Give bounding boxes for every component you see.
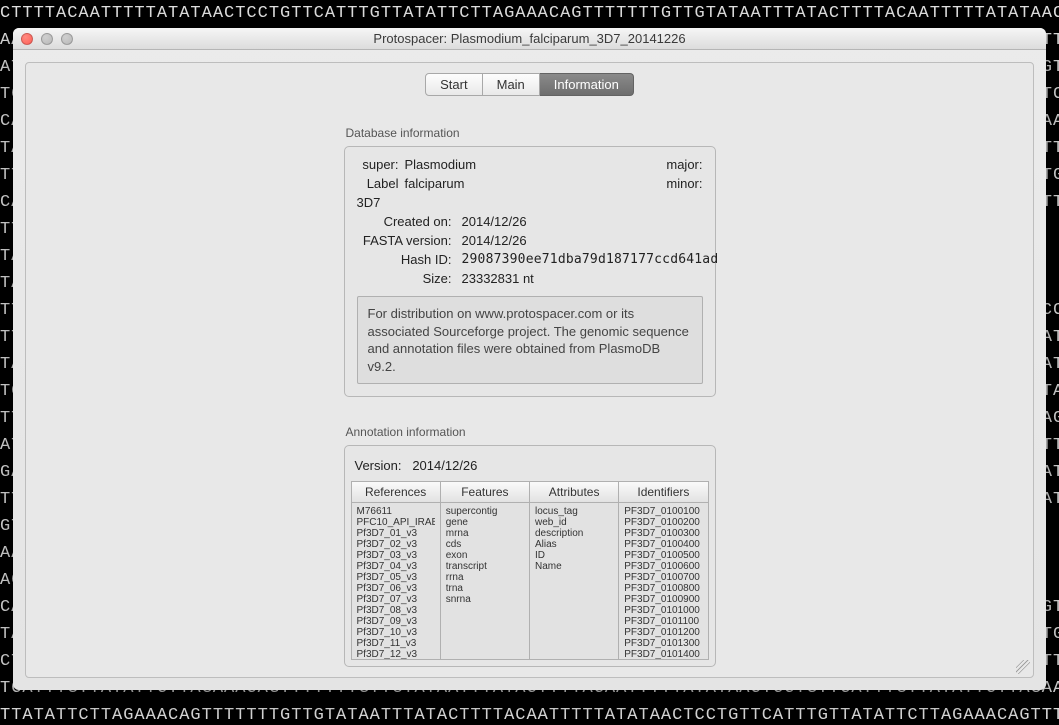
list-item[interactable]: Pf3D7_05_v3 [357, 572, 435, 583]
list-item[interactable]: PF3D7_0100600 [624, 561, 702, 572]
attributes-list[interactable]: locus_tagweb_iddescriptionAliasIDName [530, 503, 618, 659]
list-item[interactable]: PF3D7_0100800 [624, 583, 702, 594]
references-column: References M76611PFC10_API_IRABPf3D7_01_… [352, 482, 441, 659]
list-item[interactable]: locus_tag [535, 506, 613, 517]
hash-id-value: 29087390ee71dba79d187177ccd641ad [462, 252, 719, 267]
label-sublabels: Label super: Plasmodium major: falciparu… [357, 157, 703, 210]
annotation-information-label: Annotation information [344, 425, 716, 439]
resize-grip-icon[interactable] [1016, 660, 1030, 674]
label-heading: Label [357, 176, 399, 191]
list-item[interactable]: Pf3D7_09_v3 [357, 616, 435, 627]
size-key: Size: [357, 271, 452, 286]
label-major-key: major: [463, 157, 703, 172]
list-item[interactable]: web_id [535, 517, 613, 528]
label-minor-key: minor: [463, 176, 703, 191]
tab-main[interactable]: Main [483, 73, 540, 96]
list-item[interactable]: Pf3D7_06_v3 [357, 583, 435, 594]
attributes-column: Attributes locus_tagweb_iddescriptionAli… [530, 482, 619, 659]
annotation-table: References M76611PFC10_API_IRABPf3D7_01_… [351, 481, 709, 660]
list-item[interactable]: PF3D7_0101200 [624, 627, 702, 638]
features-list[interactable]: supercontiggenemrnacdsexontranscriptrrna… [441, 503, 529, 659]
list-item[interactable]: description [535, 528, 613, 539]
list-item[interactable]: PF3D7_0101100 [624, 616, 702, 627]
database-description: For distribution on www.protospacer.com … [357, 296, 703, 384]
list-item[interactable]: PF3D7_0100200 [624, 517, 702, 528]
annotation-version: Version: 2014/12/26 [351, 452, 709, 481]
identifiers-column: Identifiers PF3D7_0100100PF3D7_0100200PF… [619, 482, 707, 659]
db-meta-grid: Created on: 2014/12/26 FASTA version: 20… [357, 214, 703, 286]
list-item[interactable]: Pf3D7_02_v3 [357, 539, 435, 550]
label-super-key: super: [357, 157, 399, 172]
list-item[interactable]: Pf3D7_08_v3 [357, 605, 435, 616]
annotation-version-key: Version: [355, 458, 402, 473]
label-super-value: Plasmodium [405, 157, 457, 172]
list-item[interactable]: PF3D7_0100500 [624, 550, 702, 561]
label-major-value: falciparum [405, 176, 457, 191]
app-window: Protospacer: Plasmodium_falciparum_3D7_2… [13, 28, 1046, 690]
titlebar: Protospacer: Plasmodium_falciparum_3D7_2… [13, 28, 1046, 50]
identifiers-list[interactable]: PF3D7_0100100PF3D7_0100200PF3D7_0100300P… [619, 503, 707, 659]
created-on-value: 2014/12/26 [462, 214, 719, 229]
list-item[interactable]: PF3D7_0100700 [624, 572, 702, 583]
references-list[interactable]: M76611PFC10_API_IRABPf3D7_01_v3Pf3D7_02_… [352, 503, 440, 659]
list-item[interactable]: exon [446, 550, 524, 561]
label-minor-value: 3D7 [357, 195, 399, 210]
annotation-version-value: 2014/12/26 [412, 458, 477, 473]
list-item[interactable]: PF3D7_0101000 [624, 605, 702, 616]
tab-bar: Start Main Information [26, 73, 1033, 96]
list-item[interactable]: PF3D7_0100900 [624, 594, 702, 605]
list-item[interactable]: Pf3D7_03_v3 [357, 550, 435, 561]
database-information-box: Label super: Plasmodium major: falciparu… [344, 146, 716, 397]
list-item[interactable]: PF3D7_0101300 [624, 638, 702, 649]
list-item[interactable]: cds [446, 539, 524, 550]
content-area: Start Main Information Database informat… [25, 62, 1034, 678]
attributes-header[interactable]: Attributes [530, 482, 618, 503]
list-item[interactable]: mrna [446, 528, 524, 539]
list-item[interactable]: ID [535, 550, 613, 561]
tab-information[interactable]: Information [540, 73, 634, 96]
list-item[interactable]: Alias [535, 539, 613, 550]
annotation-information-box: Version: 2014/12/26 References M76611PFC… [344, 445, 716, 667]
information-panel: Database information Label super: Plasmo… [26, 96, 1033, 690]
list-item[interactable]: M76611 [357, 506, 435, 517]
list-item[interactable]: Pf3D7_11_v3 [357, 638, 435, 649]
list-item[interactable]: PF3D7_0101400 [624, 649, 702, 659]
list-item[interactable]: PFC10_API_IRAB [357, 517, 435, 528]
list-item[interactable]: gene [446, 517, 524, 528]
identifiers-header[interactable]: Identifiers [619, 482, 707, 503]
list-item[interactable]: PF3D7_0100100 [624, 506, 702, 517]
features-column: Features supercontiggenemrnacdsexontrans… [441, 482, 530, 659]
list-item[interactable]: Pf3D7_12_v3 [357, 649, 435, 659]
list-item[interactable]: snrna [446, 594, 524, 605]
size-value: 23332831 nt [462, 271, 719, 286]
list-item[interactable]: Pf3D7_04_v3 [357, 561, 435, 572]
list-item[interactable]: Pf3D7_07_v3 [357, 594, 435, 605]
hash-id-key: Hash ID: [357, 252, 452, 267]
references-header[interactable]: References [352, 482, 440, 503]
fasta-version-key: FASTA version: [357, 233, 452, 248]
list-item[interactable]: PF3D7_0100300 [624, 528, 702, 539]
features-header[interactable]: Features [441, 482, 529, 503]
fasta-version-value: 2014/12/26 [462, 233, 719, 248]
list-item[interactable]: transcript [446, 561, 524, 572]
list-item[interactable]: PF3D7_0100400 [624, 539, 702, 550]
database-information-group: Database information Label super: Plasmo… [344, 126, 716, 397]
tab-start[interactable]: Start [425, 73, 482, 96]
list-item[interactable]: Pf3D7_10_v3 [357, 627, 435, 638]
database-information-label: Database information [344, 126, 716, 140]
annotation-information-group: Annotation information Version: 2014/12/… [344, 425, 716, 667]
window-title: Protospacer: Plasmodium_falciparum_3D7_2… [13, 31, 1046, 46]
list-item[interactable]: rrna [446, 572, 524, 583]
list-item[interactable]: Pf3D7_01_v3 [357, 528, 435, 539]
list-item[interactable]: trna [446, 583, 524, 594]
created-on-key: Created on: [357, 214, 452, 229]
list-item[interactable]: Name [535, 561, 613, 572]
list-item[interactable]: supercontig [446, 506, 524, 517]
